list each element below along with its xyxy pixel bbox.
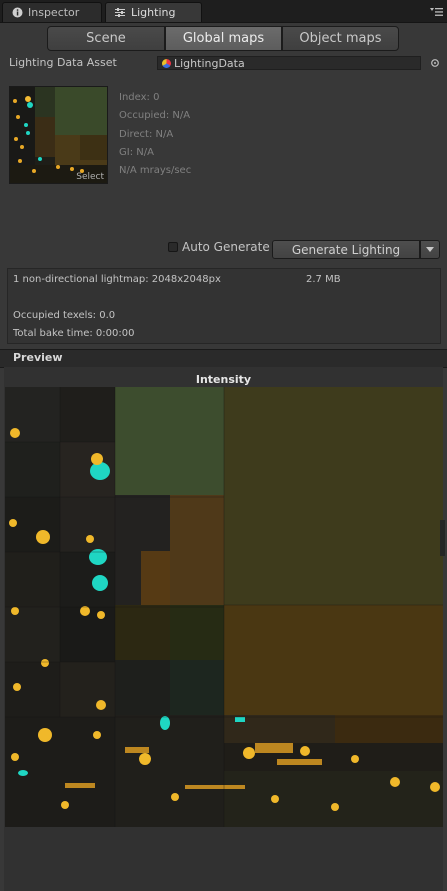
preview-title: Intensity	[195, 373, 252, 386]
preview-header-label: Preview	[13, 351, 63, 364]
map-rate: N/A mrays/sec	[119, 165, 192, 176]
map-occupied: Occupied: N/A	[119, 110, 191, 121]
tab-lighting[interactable]: Lighting	[105, 2, 202, 22]
sliders-icon	[114, 7, 126, 19]
auto-generate-label: Auto Generate	[182, 240, 270, 254]
total-bake-time: Total bake time: 0:00:00	[13, 328, 135, 339]
generate-lighting-button[interactable]: Generate Lighting	[272, 240, 420, 259]
segment-label: Global maps	[182, 31, 265, 46]
resize-handle[interactable]	[440, 520, 445, 556]
tab-inspector[interactable]: Inspector	[2, 2, 102, 22]
window-tab-bar: Inspector Lighting	[0, 0, 447, 23]
lightmap-size: 2.7 MB	[306, 274, 341, 285]
auto-generate-checkbox[interactable]	[168, 242, 178, 252]
lighting-data-asset-value: LightingData	[174, 56, 245, 70]
lighting-data-asset-field[interactable]: LightingData	[157, 56, 421, 70]
window-menu-icon[interactable]	[430, 7, 444, 17]
lightmap-count: 1 non-directional lightmap: 2048x2048px	[13, 274, 221, 285]
tab-label: Inspector	[28, 6, 80, 19]
tab-label: Lighting	[131, 6, 176, 19]
thumbnail-select-label[interactable]: Select	[76, 172, 104, 182]
lighting-data-asset-icon	[162, 58, 171, 68]
occupied-texels: Occupied texels: 0.0	[13, 310, 116, 321]
chevron-down-icon	[426, 247, 434, 252]
preview-header[interactable]: Preview	[0, 349, 447, 368]
generate-lighting-label: Generate Lighting	[291, 242, 401, 257]
map-direct: Direct: N/A	[119, 129, 174, 140]
map-gi: GI: N/A	[119, 147, 154, 158]
lightmap-preview-image	[5, 387, 443, 827]
object-picker-icon[interactable]	[430, 58, 440, 68]
segment-label: Object maps	[299, 31, 382, 46]
map-index: Index: 0	[119, 92, 160, 103]
segment-scene[interactable]: Scene	[47, 26, 165, 51]
generate-lighting-dropdown[interactable]	[420, 240, 440, 259]
lightmap-thumbnail[interactable]: Select	[9, 86, 108, 184]
info-icon	[11, 7, 23, 19]
lighting-data-asset-label: Lighting Data Asset	[9, 56, 117, 69]
lightmap-preview	[5, 387, 443, 830]
segment-object-maps[interactable]: Object maps	[282, 26, 399, 51]
lightmap-thumbnail-image	[10, 87, 107, 183]
segment-label: Scene	[86, 31, 126, 46]
segment-global-maps[interactable]: Global maps	[165, 26, 282, 51]
